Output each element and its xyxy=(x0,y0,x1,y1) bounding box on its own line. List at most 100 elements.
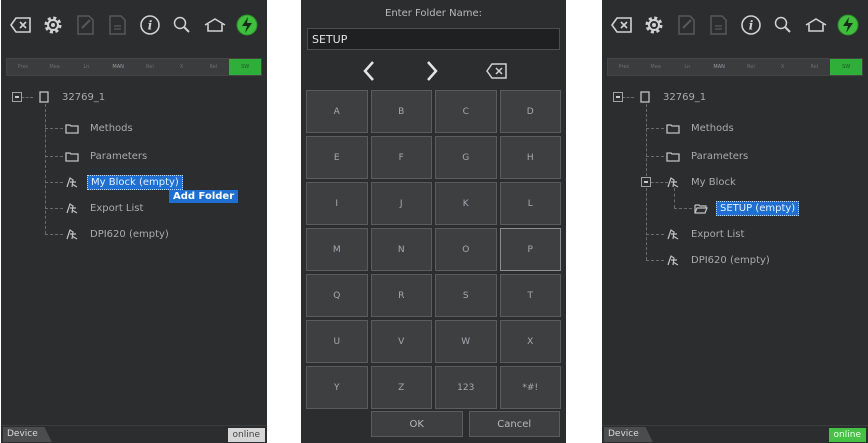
key-o[interactable]: O xyxy=(435,228,497,271)
tree-connector xyxy=(45,128,63,129)
key-g[interactable]: G xyxy=(435,136,497,179)
key-p[interactable]: P xyxy=(499,228,561,271)
tree-connector xyxy=(646,156,664,157)
tree-connector xyxy=(45,182,63,183)
strip-segment: Pres xyxy=(17,64,29,70)
tree-item-label: DPI620 (empty) xyxy=(90,228,169,240)
svg-text:i: i xyxy=(749,19,754,33)
info-icon[interactable]: i xyxy=(136,11,164,39)
home-icon[interactable] xyxy=(802,11,830,39)
strip-segment: MAN xyxy=(112,64,124,70)
backspace-icon[interactable] xyxy=(483,58,511,84)
key-j[interactable]: J xyxy=(370,182,432,225)
key-s[interactable]: S xyxy=(435,274,497,317)
key-b[interactable]: B xyxy=(370,90,432,133)
tree-item-dpi620[interactable]: DPI620 (empty) xyxy=(65,226,172,242)
tree-connector xyxy=(674,188,675,208)
key-l[interactable]: L xyxy=(499,182,561,225)
zoom-icon[interactable] xyxy=(168,11,196,39)
info-icon[interactable]: i xyxy=(737,11,765,39)
folder-tree: 32769_1 Methods Parameters My Block SETU… xyxy=(602,84,868,423)
block-icon xyxy=(666,254,680,266)
svg-text:i: i xyxy=(148,19,153,33)
strip-segment: Ln xyxy=(83,64,90,70)
cancel-button[interactable]: Cancel xyxy=(468,411,560,437)
key-z[interactable]: Z xyxy=(370,366,432,409)
tree-item-my-block[interactable]: My Block xyxy=(666,174,739,190)
key-q[interactable]: Q xyxy=(306,274,368,317)
tree-item-label: Methods xyxy=(691,122,734,134)
ok-button[interactable]: OK xyxy=(371,411,463,437)
tree-item-parameters[interactable]: Parameters xyxy=(666,148,751,164)
strip-segment: Rel xyxy=(810,64,819,70)
power-icon[interactable] xyxy=(233,11,261,39)
add-folder-tooltip[interactable]: Add Folder xyxy=(169,190,239,203)
device-tab[interactable]: Device xyxy=(604,427,653,442)
tree-connector xyxy=(45,104,46,234)
edit-document-icon[interactable] xyxy=(673,11,701,39)
collapse-toggle[interactable] xyxy=(641,177,651,187)
strip-segment: SW xyxy=(830,59,862,75)
chevron-left-icon[interactable] xyxy=(355,58,383,84)
tree-connector xyxy=(646,128,664,129)
key-r[interactable]: R xyxy=(370,274,432,317)
device-icon xyxy=(638,91,652,103)
key-m[interactable]: M xyxy=(306,228,368,271)
key-n[interactable]: N xyxy=(370,228,432,271)
key-i[interactable]: I xyxy=(306,182,368,225)
keyboard-keys: A B C D E F G H I J K L M N O P Q R S T … xyxy=(306,90,561,409)
backspace-icon[interactable] xyxy=(7,11,35,39)
zoom-icon[interactable] xyxy=(769,11,797,39)
key-y[interactable]: Y xyxy=(306,366,368,409)
tree-item-methods[interactable]: Methods xyxy=(65,120,136,136)
tree-item-label: Export List xyxy=(90,202,144,214)
tree-item-parameters[interactable]: Parameters xyxy=(65,148,150,164)
power-icon[interactable] xyxy=(834,11,862,39)
key-f[interactable]: F xyxy=(370,136,432,179)
document-icon[interactable] xyxy=(104,11,132,39)
tree-connector xyxy=(646,234,664,235)
collapse-toggle[interactable] xyxy=(12,92,22,102)
document-icon[interactable] xyxy=(705,11,733,39)
key-x[interactable]: X xyxy=(499,320,561,363)
tree-item-label: Export List xyxy=(691,228,745,240)
key-c[interactable]: C xyxy=(435,90,497,133)
strip-segment: Pres xyxy=(618,64,630,70)
tree-item-label: Methods xyxy=(90,122,133,134)
tree-item-export-list[interactable]: Export List xyxy=(666,226,747,242)
tree-item-export-list[interactable]: Export List xyxy=(65,200,146,216)
tree-item-setup[interactable]: SETUP (empty) xyxy=(694,200,800,216)
key-v[interactable]: V xyxy=(370,320,432,363)
key-h[interactable]: H xyxy=(499,136,561,179)
gear-icon[interactable] xyxy=(640,11,668,39)
strip-segment: MAN xyxy=(713,64,725,70)
dialog-title: Enter Folder Name: xyxy=(385,8,482,19)
key-d[interactable]: D xyxy=(499,90,561,133)
tree-item-label: DPI620 (empty) xyxy=(691,254,770,266)
key-t[interactable]: T xyxy=(499,274,561,317)
folder-name-input[interactable] xyxy=(307,28,560,50)
key-e[interactable]: E xyxy=(306,136,368,179)
key-k[interactable]: K xyxy=(435,182,497,225)
tree-root[interactable]: 32769_1 xyxy=(37,89,108,105)
device-tab[interactable]: Device xyxy=(3,427,52,442)
tree-root[interactable]: 32769_1 xyxy=(638,89,709,105)
tree-item-methods[interactable]: Methods xyxy=(666,120,737,136)
tree-item-label-selected: My Block (empty) xyxy=(87,174,183,190)
key-w[interactable]: W xyxy=(435,320,497,363)
home-icon[interactable] xyxy=(201,11,229,39)
edit-document-icon[interactable] xyxy=(72,11,100,39)
tree-item-my-block[interactable]: My Block (empty) xyxy=(65,174,183,190)
key-numeric[interactable]: 123 xyxy=(435,366,497,409)
strip-segment: Mea xyxy=(49,64,60,70)
backspace-icon[interactable] xyxy=(608,11,636,39)
key-symbols[interactable]: *#! xyxy=(499,366,561,409)
chevron-right-icon[interactable] xyxy=(418,58,446,84)
gear-icon[interactable] xyxy=(39,11,67,39)
key-a[interactable]: A xyxy=(306,90,368,133)
collapse-toggle[interactable] xyxy=(613,92,623,102)
tree-item-dpi620[interactable]: DPI620 (empty) xyxy=(666,252,773,268)
block-icon xyxy=(666,176,680,188)
key-u[interactable]: U xyxy=(306,320,368,363)
bottom-bar: Device online xyxy=(1,425,267,443)
